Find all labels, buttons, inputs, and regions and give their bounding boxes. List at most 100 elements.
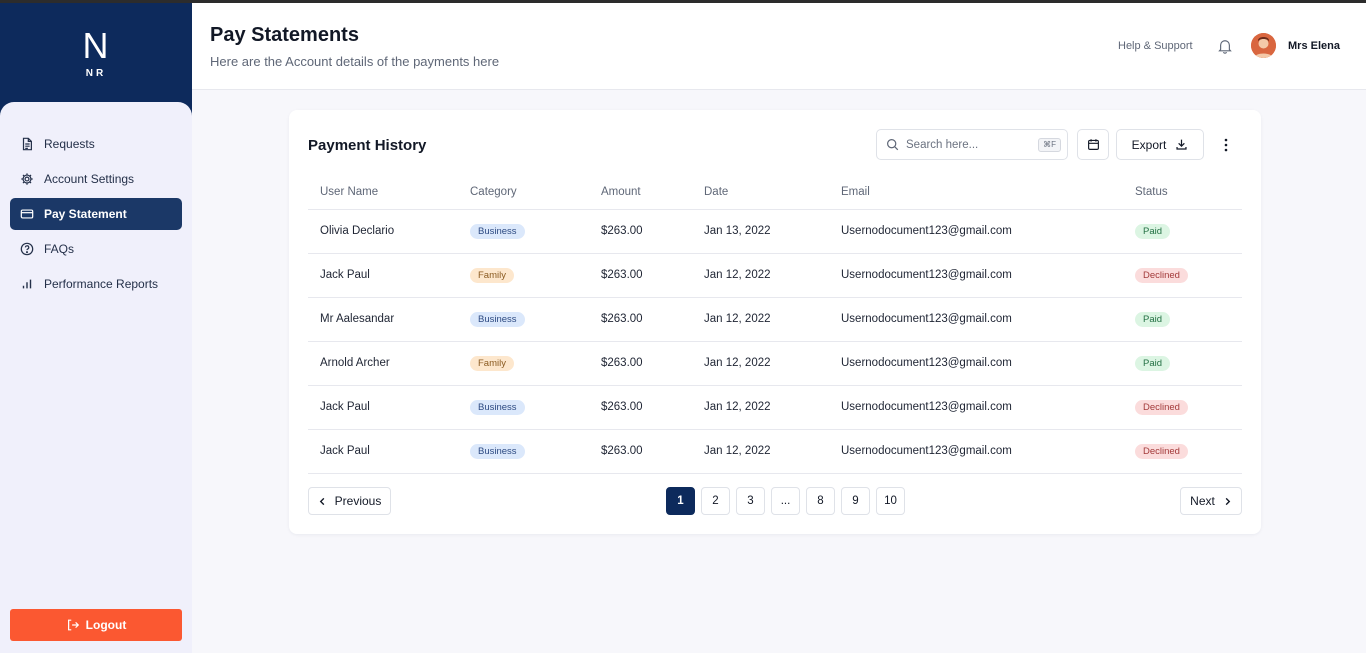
column-header[interactable]: Category xyxy=(458,175,589,210)
category-badge: Business xyxy=(470,311,525,327)
search-box[interactable]: ⌘F xyxy=(876,129,1068,160)
next-label: Next xyxy=(1190,494,1215,508)
page-button[interactable]: 2 xyxy=(701,487,730,515)
email-cell: Usernodocument123@gmail.com xyxy=(829,209,1123,254)
download-icon xyxy=(1176,139,1187,150)
status-badge: Declined xyxy=(1135,443,1188,459)
window-top-border xyxy=(0,0,1366,3)
user-name-cell: Jack Paul xyxy=(308,429,458,474)
status-cell: Paid xyxy=(1123,341,1242,386)
column-header[interactable]: User Name xyxy=(308,175,458,210)
page-button[interactable]: 8 xyxy=(806,487,835,515)
column-header[interactable]: Status xyxy=(1123,175,1242,210)
document-icon xyxy=(20,137,34,151)
date-cell: Jan 12, 2022 xyxy=(692,297,829,342)
page-button[interactable]: 9 xyxy=(841,487,870,515)
sidebar-item-account-settings[interactable]: Account Settings xyxy=(10,163,182,195)
page-button[interactable]: 1 xyxy=(666,487,695,515)
logo-subtitle: NR xyxy=(85,68,107,79)
previous-label: Previous xyxy=(334,494,382,508)
payment-history-card: Payment History ⌘F Export User Name Cate… xyxy=(289,110,1261,534)
category-badge: Family xyxy=(470,267,514,283)
bar-chart-icon xyxy=(20,277,34,291)
pagination: 1 2 3 ... 8 9 10 xyxy=(666,487,911,515)
sidebar-item-label: FAQs xyxy=(44,242,75,256)
sidebar-panel: Requests Account Settings Pay Statement … xyxy=(0,102,192,653)
category-cell: Business xyxy=(458,385,589,430)
column-header[interactable]: Amount xyxy=(589,175,692,210)
question-icon xyxy=(20,242,34,256)
help-support-link[interactable]: Help & Support xyxy=(1118,40,1193,52)
logout-button[interactable]: Logout xyxy=(10,609,182,641)
export-button[interactable]: Export xyxy=(1116,129,1204,160)
table-header-row: User Name Category Amount Date Email Sta… xyxy=(308,175,1242,210)
category-cell: Business xyxy=(458,209,589,254)
export-label: Export xyxy=(1131,137,1167,152)
table-row[interactable]: Mr Aalesandar Business $263.00 Jan 12, 2… xyxy=(308,297,1242,342)
table-row[interactable]: Olivia Declario Business $263.00 Jan 13,… xyxy=(308,209,1242,254)
amount-cell: $263.00 xyxy=(589,297,692,342)
status-badge: Paid xyxy=(1135,311,1171,327)
page-subtitle: Here are the Account details of the paym… xyxy=(210,54,500,69)
amount-cell: $263.00 xyxy=(589,429,692,474)
user-name-cell: Olivia Declario xyxy=(308,209,458,254)
table-row[interactable]: Jack Paul Business $263.00 Jan 12, 2022 … xyxy=(308,385,1242,430)
user-name[interactable]: Mrs Elena xyxy=(1288,40,1340,52)
page-title: Pay Statements xyxy=(210,24,359,46)
user-name-cell: Mr Aalesandar xyxy=(308,297,458,342)
category-cell: Family xyxy=(458,341,589,386)
category-badge: Family xyxy=(470,355,514,371)
more-vertical-icon xyxy=(1224,138,1228,152)
search-input[interactable] xyxy=(906,138,1034,151)
more-options-button[interactable] xyxy=(1218,135,1234,155)
amount-cell: $263.00 xyxy=(589,209,692,254)
column-header[interactable]: Date xyxy=(692,175,829,210)
email-cell: Usernodocument123@gmail.com xyxy=(829,253,1123,298)
category-cell: Business xyxy=(458,297,589,342)
chevron-left-icon xyxy=(319,497,324,505)
sidebar-item-label: Account Settings xyxy=(44,172,135,186)
email-cell: Usernodocument123@gmail.com xyxy=(829,385,1123,430)
status-cell: Declined xyxy=(1123,429,1242,474)
email-cell: Usernodocument123@gmail.com xyxy=(829,341,1123,386)
status-cell: Paid xyxy=(1123,209,1242,254)
search-icon xyxy=(887,139,899,151)
status-cell: Declined xyxy=(1123,253,1242,298)
next-page-button[interactable]: Next xyxy=(1180,487,1242,515)
column-header[interactable]: Email xyxy=(829,175,1123,210)
previous-page-button[interactable]: Previous xyxy=(308,487,391,515)
user-name-cell: Jack Paul xyxy=(308,385,458,430)
category-badge: Business xyxy=(470,443,525,459)
table-row[interactable]: Arnold Archer Family $263.00 Jan 12, 202… xyxy=(308,341,1242,386)
status-badge: Paid xyxy=(1135,355,1171,371)
user-name-cell: Jack Paul xyxy=(308,253,458,298)
page-button[interactable]: 10 xyxy=(876,487,905,515)
sidebar-item-faqs[interactable]: FAQs xyxy=(10,233,182,265)
table-row[interactable]: Jack Paul Business $263.00 Jan 12, 2022 … xyxy=(308,429,1242,474)
category-badge: Business xyxy=(470,399,525,415)
card-title: Payment History xyxy=(308,137,427,154)
page-header: Pay Statements Here are the Account deta… xyxy=(192,3,1366,90)
brand-logo: N NR xyxy=(0,3,192,103)
status-badge: Declined xyxy=(1135,267,1188,283)
sidebar-item-requests[interactable]: Requests xyxy=(10,128,182,160)
date-cell: Jan 12, 2022 xyxy=(692,429,829,474)
amount-cell: $263.00 xyxy=(589,385,692,430)
date-cell: Jan 13, 2022 xyxy=(692,209,829,254)
sidebar-nav: Requests Account Settings Pay Statement … xyxy=(10,128,182,303)
sidebar-item-label: Pay Statement xyxy=(44,207,127,221)
sidebar: N NR Requests Account Settings Pay State… xyxy=(0,0,192,653)
gear-icon xyxy=(20,172,34,186)
sidebar-item-performance-reports[interactable]: Performance Reports xyxy=(10,268,182,300)
category-cell: Family xyxy=(458,253,589,298)
page-button[interactable]: 3 xyxy=(736,487,765,515)
amount-cell: $263.00 xyxy=(589,253,692,298)
card-icon xyxy=(20,207,34,221)
avatar[interactable] xyxy=(1251,33,1276,58)
status-cell: Paid xyxy=(1123,297,1242,342)
bell-icon[interactable] xyxy=(1218,38,1232,54)
sidebar-item-pay-statement[interactable]: Pay Statement xyxy=(10,198,182,230)
table-row[interactable]: Jack Paul Family $263.00 Jan 12, 2022 Us… xyxy=(308,253,1242,298)
status-cell: Declined xyxy=(1123,385,1242,430)
calendar-button[interactable] xyxy=(1077,129,1109,160)
